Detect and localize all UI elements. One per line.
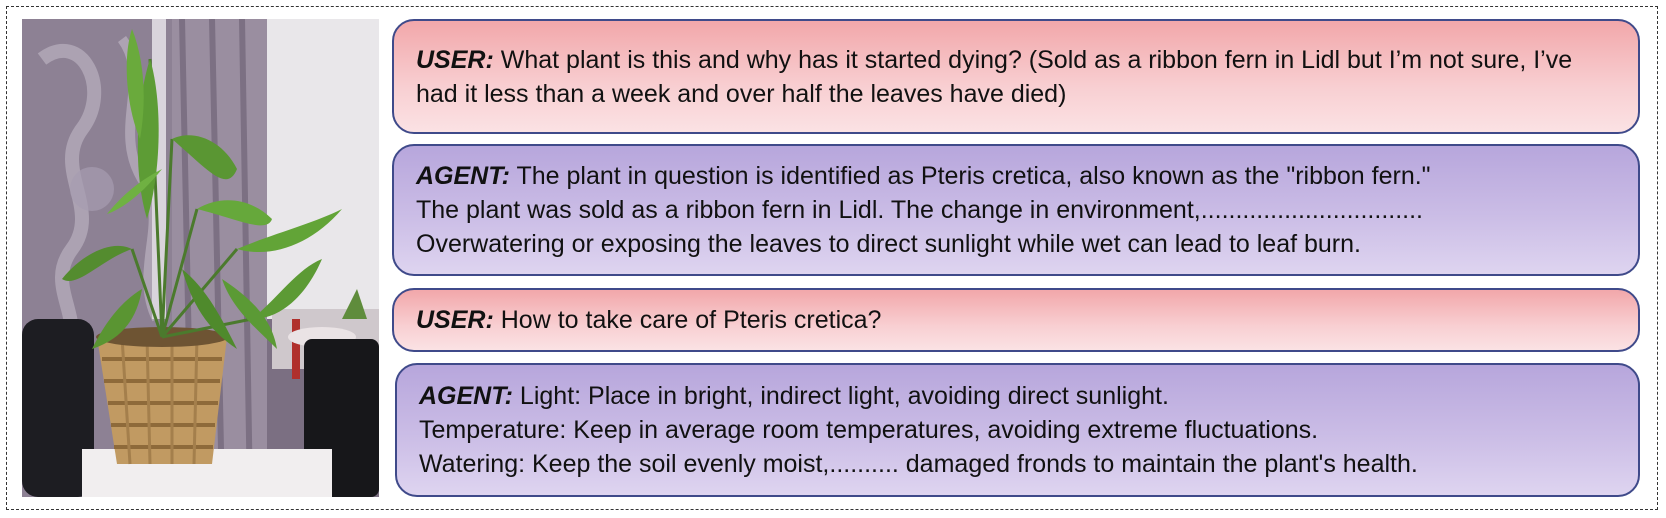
agent-message-1-line-3: Overwatering or exposing the leaves to d…	[416, 230, 1361, 258]
agent-role-label: AGENT:	[419, 382, 513, 410]
user-role-label: USER:	[416, 45, 494, 74]
plant-photo-illustration	[22, 19, 379, 497]
user-message-1-body: What plant is this and why has it starte…	[416, 45, 1573, 108]
plant-photo	[22, 19, 379, 497]
user-message-2-body: How to take care of Pteris cretica?	[493, 306, 882, 334]
user-role-label: USER:	[416, 306, 494, 334]
agent-message-1: AGENT: The plant in question is identifi…	[392, 144, 1640, 276]
agent-role-label: AGENT:	[416, 162, 510, 190]
agent-message-2-line-3: Watering: Keep the soil evenly moist,...…	[419, 450, 1418, 478]
agent-message-2-line-2: Temperature: Keep in average room temper…	[419, 416, 1319, 444]
agent-message-2-line-1: AGENT: Light: Place in bright, indirect …	[419, 379, 1616, 413]
user-message-2-text: USER: How to take care of Pteris cretica…	[416, 303, 1616, 337]
agent-message-2-line-1-text: Light: Place in bright, indirect light, …	[512, 382, 1169, 410]
user-message-1: USER: What plant is this and why has it …	[392, 19, 1640, 134]
user-message-1-text: USER: What plant is this and why has it …	[416, 43, 1616, 111]
user-message-2: USER: How to take care of Pteris cretica…	[392, 288, 1640, 352]
agent-message-1-line-1-text: The plant in question is identified as P…	[509, 162, 1431, 190]
agent-message-2: AGENT: Light: Place in bright, indirect …	[395, 363, 1640, 497]
agent-message-1-line-2: The plant was sold as a ribbon fern in L…	[416, 196, 1423, 224]
agent-message-1-line-1: AGENT: The plant in question is identifi…	[416, 159, 1616, 193]
